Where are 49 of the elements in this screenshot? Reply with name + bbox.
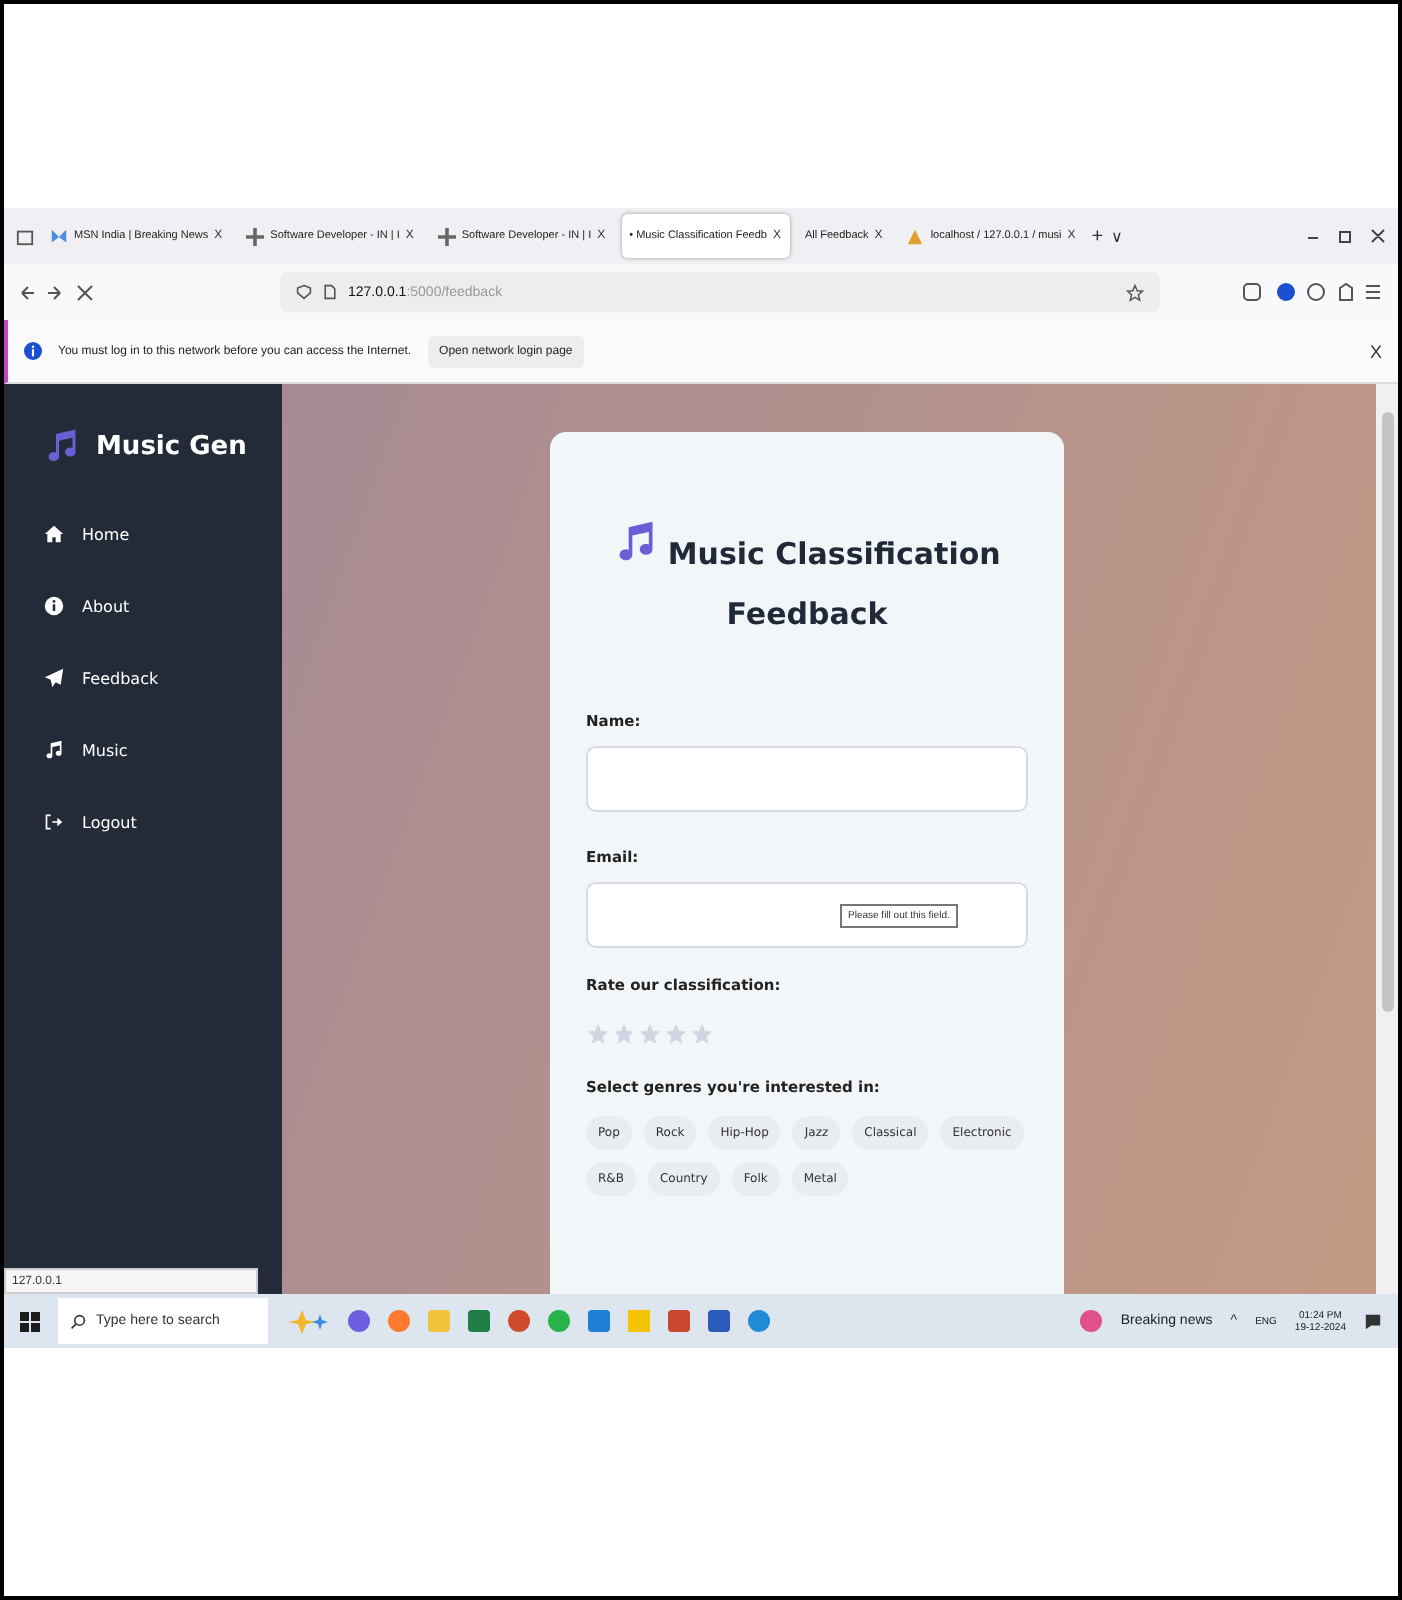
info-icon	[44, 596, 64, 616]
new-tab-button[interactable]: +	[1091, 225, 1104, 247]
music-note-icon	[44, 428, 80, 464]
sparkle-icon[interactable]	[286, 1309, 330, 1333]
nav-link[interactable]: Feedback	[44, 668, 282, 688]
star-outline-icon[interactable]	[1126, 283, 1144, 301]
plus-icon	[246, 227, 265, 245]
taskbar-app-icon[interactable]	[348, 1310, 370, 1332]
taskbar-app-icon[interactable]	[388, 1310, 410, 1332]
star-icon[interactable]	[586, 1022, 610, 1046]
plus-icon	[437, 227, 456, 245]
taskbar-app-icon[interactable]	[468, 1310, 490, 1332]
tab-list-icon[interactable]	[16, 227, 34, 245]
star-icon[interactable]	[664, 1022, 688, 1046]
butterfly-icon	[50, 227, 68, 245]
logout-icon	[44, 812, 64, 832]
nav-link[interactable]: Logout	[44, 812, 282, 832]
close-button[interactable]: X	[1369, 341, 1382, 361]
shield-icon	[296, 284, 312, 300]
tab-menu-button[interactable]: ∨	[1111, 227, 1124, 245]
taskbar-app-icon[interactable]	[548, 1310, 570, 1332]
taskbar-app-icon[interactable]	[588, 1310, 610, 1332]
paper-plane-icon	[44, 668, 64, 688]
input-field[interactable]	[586, 746, 1028, 812]
nav-link[interactable]: Home	[44, 524, 282, 544]
page-icon	[322, 284, 338, 300]
taskbar-app-icon[interactable]	[748, 1310, 770, 1332]
scrollbar[interactable]	[1376, 384, 1398, 1294]
toolbar-icons[interactable]	[1242, 282, 1382, 302]
brand-name: Music Gen	[96, 431, 247, 461]
info-icon	[24, 342, 42, 360]
taskbar-app-icon[interactable]	[668, 1310, 690, 1332]
input-field[interactable]	[586, 882, 1028, 948]
search-icon	[70, 1313, 86, 1329]
windows-start-icon[interactable]	[20, 1311, 40, 1331]
nav-link[interactable]: About	[44, 596, 282, 616]
star-icon[interactable]	[690, 1022, 714, 1046]
music-note-icon	[44, 740, 64, 760]
home-icon	[44, 524, 64, 544]
window-controls-icon[interactable]	[1306, 227, 1386, 245]
star-icon[interactable]	[612, 1022, 636, 1046]
star-icon[interactable]	[638, 1022, 662, 1046]
sail-icon	[906, 227, 925, 245]
taskbar-app-icon[interactable]	[508, 1310, 530, 1332]
nav-link[interactable]: Music	[44, 740, 282, 760]
taskbar-app-icon[interactable]	[708, 1310, 730, 1332]
news-icon[interactable]	[1080, 1310, 1103, 1332]
form-title: Music Classification Feedback	[566, 520, 1048, 644]
notification-icon[interactable]	[1364, 1311, 1382, 1331]
